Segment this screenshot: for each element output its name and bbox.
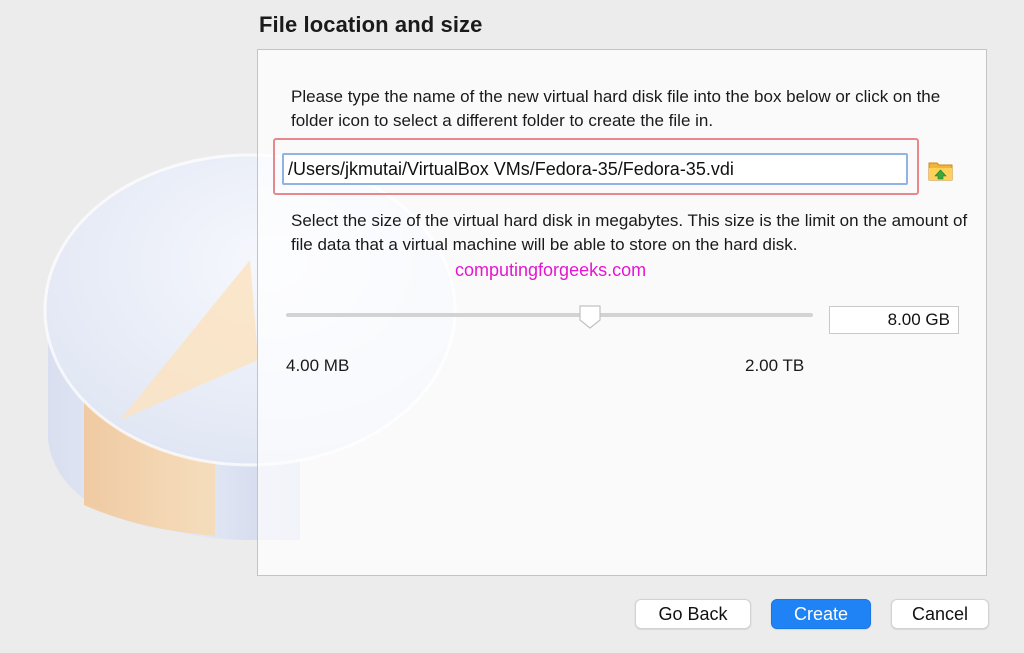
cancel-button[interactable]: Cancel bbox=[891, 599, 989, 629]
watermark-text: computingforgeeks.com bbox=[455, 260, 647, 280]
size-min-label: 4.00 MB bbox=[286, 356, 350, 375]
page-title: File location and size bbox=[259, 12, 483, 37]
size-description: Select the size of the virtual hard disk… bbox=[291, 211, 968, 254]
go-back-button[interactable]: Go Back bbox=[635, 599, 751, 629]
folder-browse-icon[interactable] bbox=[927, 156, 955, 184]
size-value-input[interactable] bbox=[829, 306, 959, 334]
size-slider-track[interactable] bbox=[286, 313, 813, 317]
file-path-input[interactable] bbox=[282, 153, 908, 185]
size-slider-thumb[interactable] bbox=[578, 304, 602, 330]
location-description: Please type the name of the new virtual … bbox=[291, 87, 941, 130]
create-button[interactable]: Create bbox=[771, 599, 871, 629]
size-max-label: 2.00 TB bbox=[745, 356, 805, 375]
